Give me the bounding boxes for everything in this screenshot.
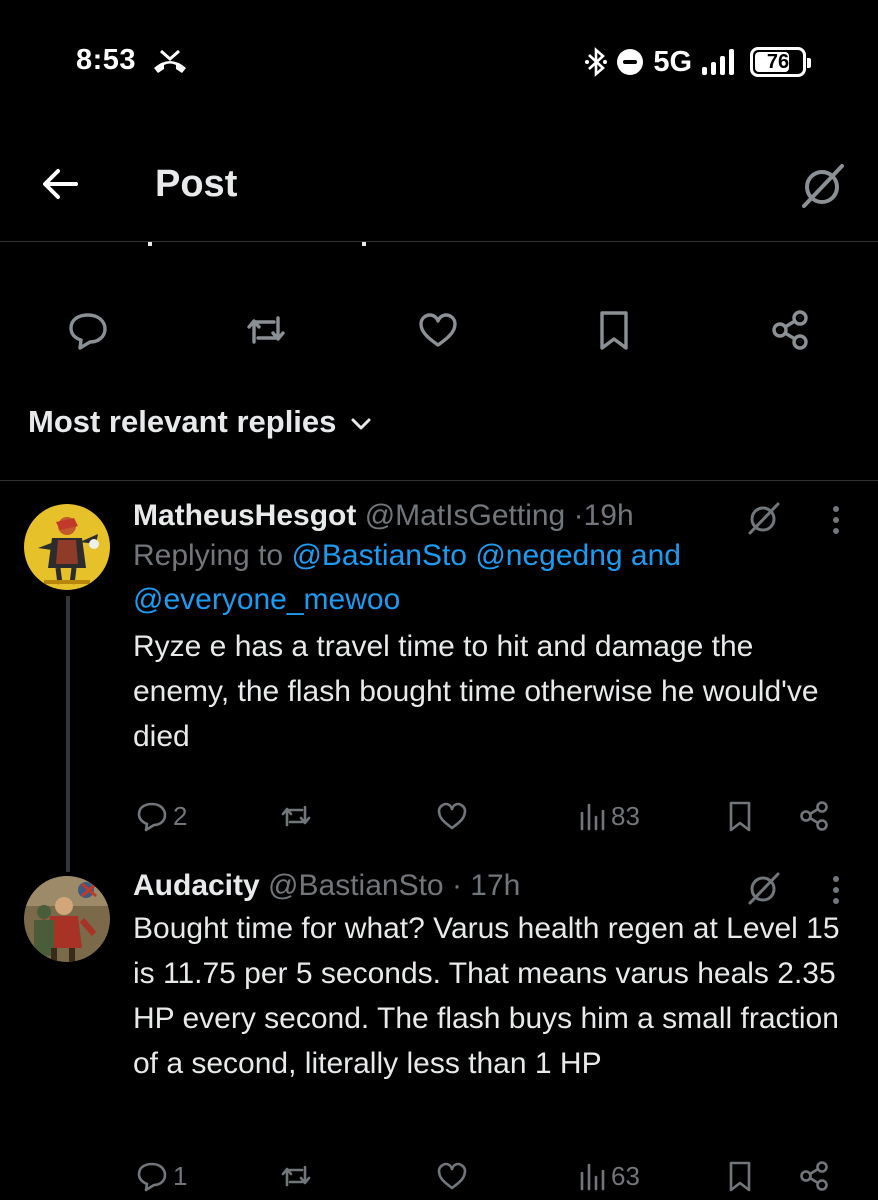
like-button[interactable] [435,1154,469,1198]
like-heart-icon [437,1162,467,1190]
share-icon[interactable] [768,308,812,352]
views-chart-icon [580,1163,605,1191]
grok-icon[interactable] [746,870,782,906]
mention-and[interactable]: and [631,539,681,572]
divider [0,480,878,481]
reply-sort-selector[interactable]: Most relevant replies [28,404,372,440]
reply-count-button[interactable]: 2 [135,794,187,838]
battery-level: 76 [766,50,790,73]
like-button[interactable] [435,794,469,838]
status-right: 5G 76 [585,44,811,80]
author-name[interactable]: MatheusHesgot [133,499,356,532]
signal-icon [702,49,734,75]
like-heart-icon[interactable] [416,308,460,352]
share-button[interactable] [797,1154,831,1198]
truncated-post-text [140,238,440,250]
more-options-icon[interactable] [830,502,842,538]
reply-icon [137,802,167,832]
separator-dot: · [451,869,462,902]
replying-to-line: Replying to @BastianSto @negedng and @ev… [133,534,853,622]
status-time: 8:53 [76,44,137,76]
like-heart-icon [437,802,467,830]
mention-link[interactable]: @BastianSto [291,539,467,572]
bookmark-icon[interactable] [592,308,636,352]
back-arrow-icon[interactable] [36,160,84,208]
mention-link[interactable]: @negedng [475,539,622,572]
reply-item[interactable]: MatheusHesgot @MatIsGetting ·19h Replyin… [0,498,878,850]
screen: 8:53 5G 76 Post Most relevant replies Ma… [0,0,878,1200]
view-count: 63 [611,1160,640,1191]
avatar-image [24,504,110,590]
reply-count: 1 [173,1160,188,1191]
bookmark-button[interactable] [723,794,757,838]
reply-icon [137,1162,167,1192]
reply-icon[interactable] [66,308,110,352]
grok-icon[interactable] [798,160,848,210]
reply-count-button[interactable]: 1 [135,1154,187,1198]
share-icon [800,1161,828,1191]
page-title: Post [155,163,238,205]
reply-stats-bar: 1 63 [133,1154,853,1198]
author-handle[interactable]: @MatIsGetting [365,499,566,532]
avatar[interactable] [24,504,110,590]
repost-icon [281,1165,311,1187]
reply-stats-bar: 2 83 [133,794,853,838]
views-chart-icon [580,803,605,831]
avatar[interactable] [24,876,110,962]
reply-header: MatheusHesgot @MatIsGetting ·19h [133,498,853,534]
sort-label: Most relevant replies [28,404,337,439]
mention-link[interactable]: @everyone_mewoo [133,583,400,616]
avatar-image [24,876,110,962]
reply-item[interactable]: Audacity @BastianSto · 17h Bought time f… [0,868,878,1200]
views-button[interactable]: 83 [577,794,640,838]
bluetooth-icon [585,47,608,77]
repost-button[interactable] [279,794,313,838]
bookmark-icon [729,1161,751,1192]
views-button[interactable]: 63 [577,1154,640,1198]
missed-call-icon [154,49,186,73]
repost-icon [281,805,311,827]
replying-to-label: Replying to [133,539,284,572]
bookmark-button[interactable] [723,1154,757,1198]
post-time: 17h [470,869,521,902]
battery-indicator: 76 [750,47,811,77]
app-header: Post [0,130,878,242]
share-button[interactable] [797,794,831,838]
view-count: 83 [611,800,640,831]
author-name[interactable]: Audacity [133,869,260,902]
reply-header: Audacity @BastianSto · 17h [133,868,853,904]
post-time: 19h [583,499,634,532]
author-handle[interactable]: @BastianSto [268,869,444,902]
share-icon [800,801,828,831]
repost-button[interactable] [279,1154,313,1198]
bookmark-icon [729,801,751,832]
reply-text: Ryze e has a travel time to hit and dama… [133,630,819,753]
network-type: 5G [653,45,692,78]
chevron-down-icon [351,418,371,430]
post-action-bar [0,300,878,360]
repost-icon[interactable] [244,308,288,352]
reply-content: Audacity @BastianSto · 17h Bought time f… [133,868,853,1086]
reply-text: Bought time for what? Varus health regen… [133,912,840,1080]
separator-dot: · [573,499,584,532]
grok-icon[interactable] [746,500,782,536]
status-bar: 8:53 5G 76 [0,0,878,120]
do-not-disturb-icon [617,49,644,75]
more-options-icon[interactable] [830,872,842,908]
reply-count: 2 [173,800,188,831]
reply-content: MatheusHesgot @MatIsGetting ·19h Replyin… [133,498,853,759]
